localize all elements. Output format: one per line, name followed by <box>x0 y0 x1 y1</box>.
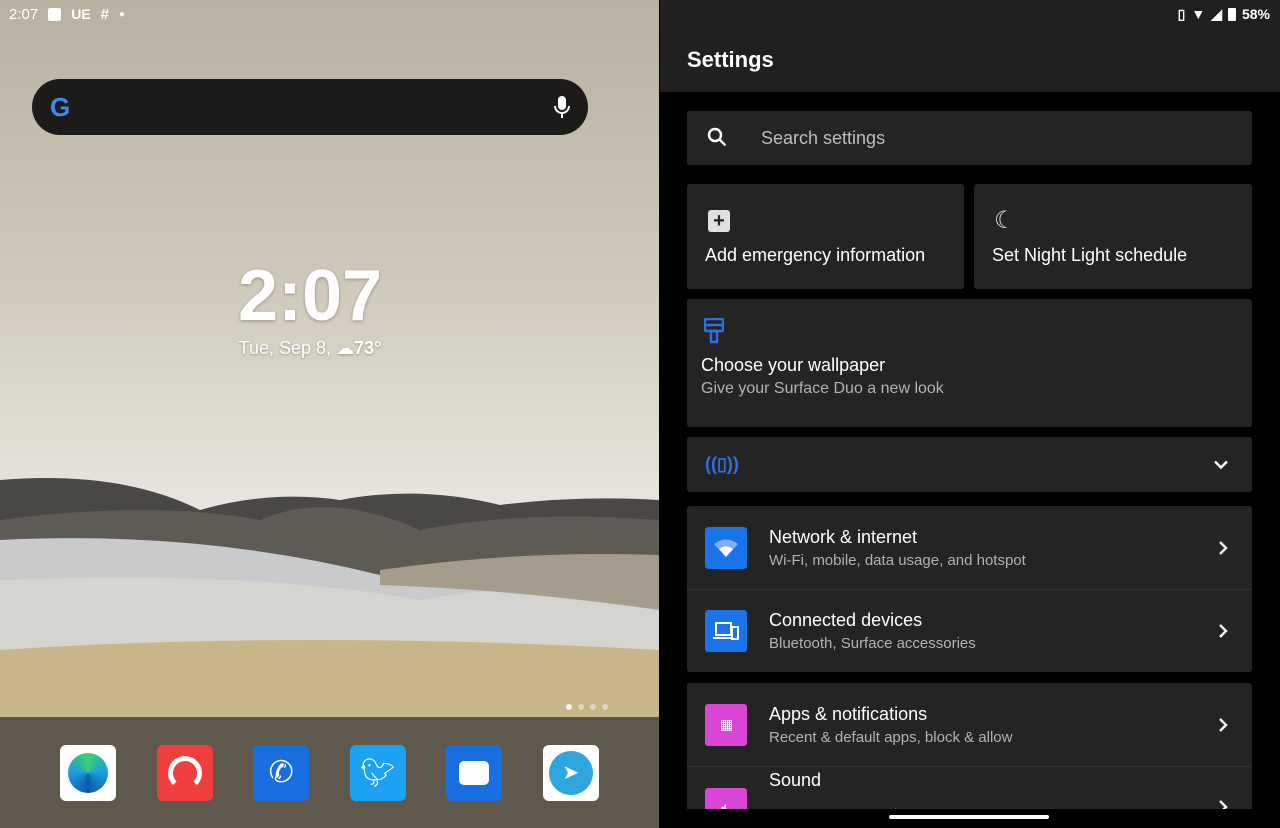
settings-group-2: ▦ Apps & notifications Recent & default a… <box>687 683 1252 809</box>
signal-icon: ◢ <box>1211 5 1222 22</box>
image-icon <box>48 7 62 21</box>
suggestion-label: Add emergency information <box>705 245 926 265</box>
vibrate-mode-icon: ((▯)) <box>705 454 739 474</box>
battery-percent: 58% <box>1241 6 1270 22</box>
wallpaper-hills <box>0 478 659 720</box>
twitter-app-icon[interactable]: 🐦︎ <box>349 744 406 801</box>
notif-text: UE <box>71 6 91 22</box>
vibrate-icon: ▯ <box>1177 5 1186 22</box>
item-title: Sound <box>769 770 822 790</box>
wifi-icon: ▼ <box>1191 6 1206 22</box>
status-time: 2:07 <box>9 5 39 23</box>
chevron-right-icon <box>1219 800 1228 809</box>
page-dot <box>566 704 572 710</box>
chevron-right-icon <box>1219 717 1228 732</box>
sound-mode-collapsed[interactable]: ((▯)) <box>687 437 1252 492</box>
wallpaper-card[interactable]: Choose your wallpaper Give your Surface … <box>687 299 1252 427</box>
google-logo: G <box>50 91 71 122</box>
status-bar-left: 2:07 UE # ● <box>9 0 125 28</box>
chevron-right-icon <box>1219 623 1228 638</box>
suggestion-emergency-info[interactable]: + Add emergency information <box>687 184 964 289</box>
app-dock: ✆ 🐦︎ ➤ <box>0 717 659 828</box>
search-placeholder: Search settings <box>761 127 886 148</box>
google-search-bar[interactable]: G <box>32 79 588 135</box>
telegram-app-icon[interactable]: ➤ <box>542 744 599 801</box>
wifi-icon <box>705 526 747 569</box>
settings-group-1: Network & internet Wi-Fi, mobile, data us… <box>687 506 1252 672</box>
search-input[interactable]: Search settings <box>687 111 1252 165</box>
weather-temp: 73° <box>354 338 382 358</box>
clock-widget[interactable]: 2:07 <box>0 255 620 337</box>
paint-brush-icon <box>704 318 724 344</box>
weather-cloud-icon: ☁ <box>336 338 355 358</box>
settings-item-network[interactable]: Network & internet Wi-Fi, mobile, data us… <box>687 506 1252 589</box>
moon-icon: ☾ <box>994 207 1016 234</box>
mic-icon[interactable] <box>554 95 570 119</box>
dot-icon: ● <box>119 8 126 20</box>
devices-icon <box>705 609 747 652</box>
battery-icon <box>1227 7 1236 21</box>
chevron-down-icon[interactable] <box>1214 460 1228 469</box>
date-weather[interactable]: Tue, Sep 8, ☁73° <box>0 338 620 359</box>
search-icon <box>707 127 727 147</box>
item-title: Network & internet <box>769 526 918 547</box>
page-indicator <box>566 704 608 710</box>
phone-app-icon[interactable]: ✆ <box>253 744 310 801</box>
home-screen: 2:07 UE # ● G 2:07 Tue, Sep 8, ☁73° ✆ 🐦︎… <box>0 0 659 828</box>
speaker-icon: 🔈︎ <box>705 788 747 809</box>
wallpaper-subtitle: Give your Surface Duo a new look <box>701 380 944 397</box>
chevron-right-icon <box>1219 540 1228 555</box>
item-subtitle: Bluetooth, Surface accessories <box>769 634 976 652</box>
status-bar-right: ▯ ▼ ◢ 58% <box>1178 0 1270 28</box>
suggestion-night-light[interactable]: ☾ Set Night Light schedule <box>974 184 1252 289</box>
page-title: Settings <box>687 47 774 72</box>
apps-grid-icon: ▦ <box>705 703 747 746</box>
item-subtitle: Wi-Fi, mobile, data usage, and hotspot <box>769 551 1026 569</box>
settings-header: ▯ ▼ ◢ 58% Settings <box>660 0 1280 92</box>
medical-plus-icon: + <box>708 210 730 232</box>
date-text: Tue, Sep 8, <box>238 338 332 358</box>
suggestion-label: Set Night Light schedule <box>992 245 1188 265</box>
item-title: Apps & notifications <box>769 703 928 724</box>
item-subtitle: Recent & default apps, block & allow <box>769 728 1013 746</box>
gesture-nav-handle[interactable] <box>889 815 1049 819</box>
settings-item-apps[interactable]: ▦ Apps & notifications Recent & default a… <box>687 683 1252 766</box>
messages-app-icon[interactable] <box>446 744 503 801</box>
settings-item-sound[interactable]: 🔈︎ Sound <box>687 766 1252 809</box>
settings-item-connected-devices[interactable]: Connected devices Bluetooth, Surface acce… <box>687 589 1252 672</box>
edge-app-icon[interactable] <box>60 744 117 801</box>
item-title: Connected devices <box>769 609 923 630</box>
page-dot <box>602 704 608 710</box>
page-dot <box>578 704 584 710</box>
settings-app: ▯ ▼ ◢ 58% Settings Search settings + Add… <box>660 0 1280 828</box>
page-dot <box>590 704 596 710</box>
wallpaper-title: Choose your wallpaper <box>701 355 886 375</box>
pocket-casts-app-icon[interactable] <box>156 744 213 801</box>
slack-icon: # <box>100 5 109 23</box>
